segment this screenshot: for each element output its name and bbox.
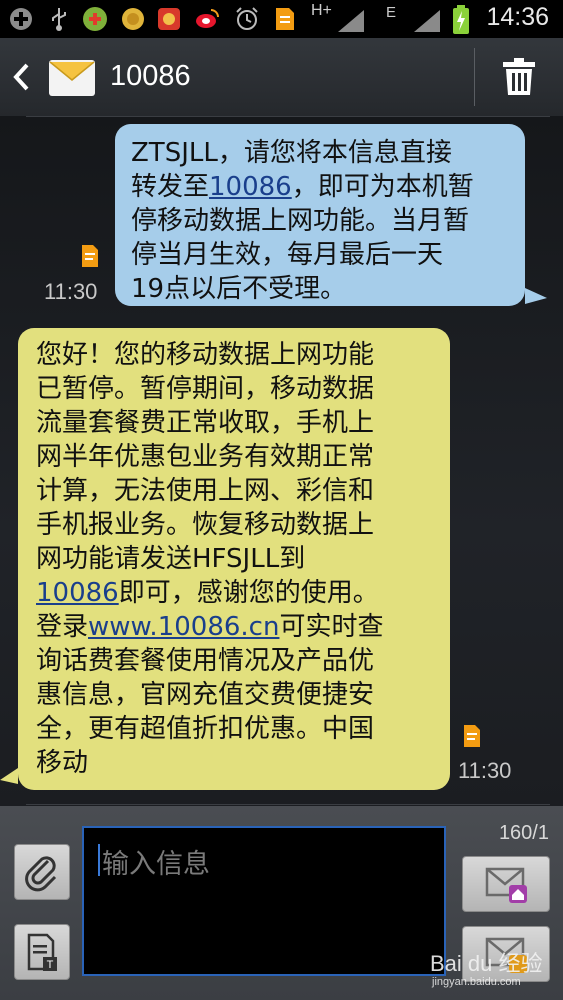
- message-time: 11:30: [44, 279, 98, 304]
- status-bar: H+ E 14:36: [0, 0, 563, 38]
- signal-2-icon: [414, 10, 440, 32]
- watermark-url: jingyan.baidu.com: [432, 976, 521, 988]
- conversation-header: 10086: [0, 38, 563, 118]
- sms-type-icon: [82, 245, 98, 267]
- separator: [26, 116, 550, 117]
- message-time: 11:30: [458, 758, 512, 783]
- alarm-icon: [236, 7, 258, 30]
- delete-trash-icon[interactable]: [501, 58, 537, 96]
- message-text: 您好！您的移动数据上网功能 已暂停。暂停期间，移动数据 流量套餐费正常收取，手机…: [36, 340, 375, 574]
- network-type-label: H+: [311, 2, 332, 19]
- usb-icon: [52, 8, 66, 31]
- incoming-message-bubble[interactable]: 您好！您的移动数据上网功能 已暂停。暂停期间，移动数据 流量套餐费正常收取，手机…: [0, 328, 450, 790]
- message-input[interactable]: 输入信息: [82, 826, 446, 976]
- message-link[interactable]: 10086: [209, 172, 292, 202]
- coin-icon: [122, 8, 144, 30]
- status-time: 14:36: [486, 3, 549, 31]
- message-link[interactable]: 10086: [36, 578, 119, 608]
- signal-icon: [338, 10, 364, 32]
- weibo-icon: [196, 9, 219, 28]
- app-icon: [158, 8, 180, 30]
- paperclip-icon: [25, 856, 57, 892]
- text-template-icon: T: [27, 933, 57, 971]
- separator: [26, 804, 550, 805]
- insert-text-button[interactable]: T: [14, 924, 70, 980]
- message-link[interactable]: www.10086.cn: [88, 612, 279, 642]
- game-icon: [83, 7, 107, 31]
- text-caret: [98, 844, 100, 876]
- battery-charging-icon: [453, 5, 469, 34]
- outgoing-message-bubble[interactable]: ZTSJLL，请您将本信息直接 转发至10086，即可为本机暂 停移动数据上网功…: [115, 124, 547, 306]
- contact-title: 10086: [110, 60, 191, 92]
- send-envelope-icon: [485, 867, 527, 903]
- back-arrow-icon[interactable]: [10, 60, 32, 94]
- sms-type-icon: [464, 725, 480, 747]
- character-counter: 160/1: [498, 822, 549, 844]
- send-button[interactable]: [462, 856, 550, 912]
- add-icon: [10, 8, 32, 30]
- network-type-label-2: E: [386, 4, 397, 21]
- sms-notification-icon: [276, 8, 294, 30]
- message-list[interactable]: ZTSJLL，请您将本信息直接 转发至10086，即可为本机暂 停移动数据上网功…: [0, 116, 563, 806]
- message-input-placeholder: 输入信息: [102, 849, 210, 880]
- message-envelope-icon: [49, 60, 95, 96]
- header-divider: [474, 48, 475, 106]
- watermark-logo: Bai du 经验: [430, 951, 543, 976]
- attach-button[interactable]: [14, 844, 70, 900]
- svg-text:T: T: [47, 959, 54, 971]
